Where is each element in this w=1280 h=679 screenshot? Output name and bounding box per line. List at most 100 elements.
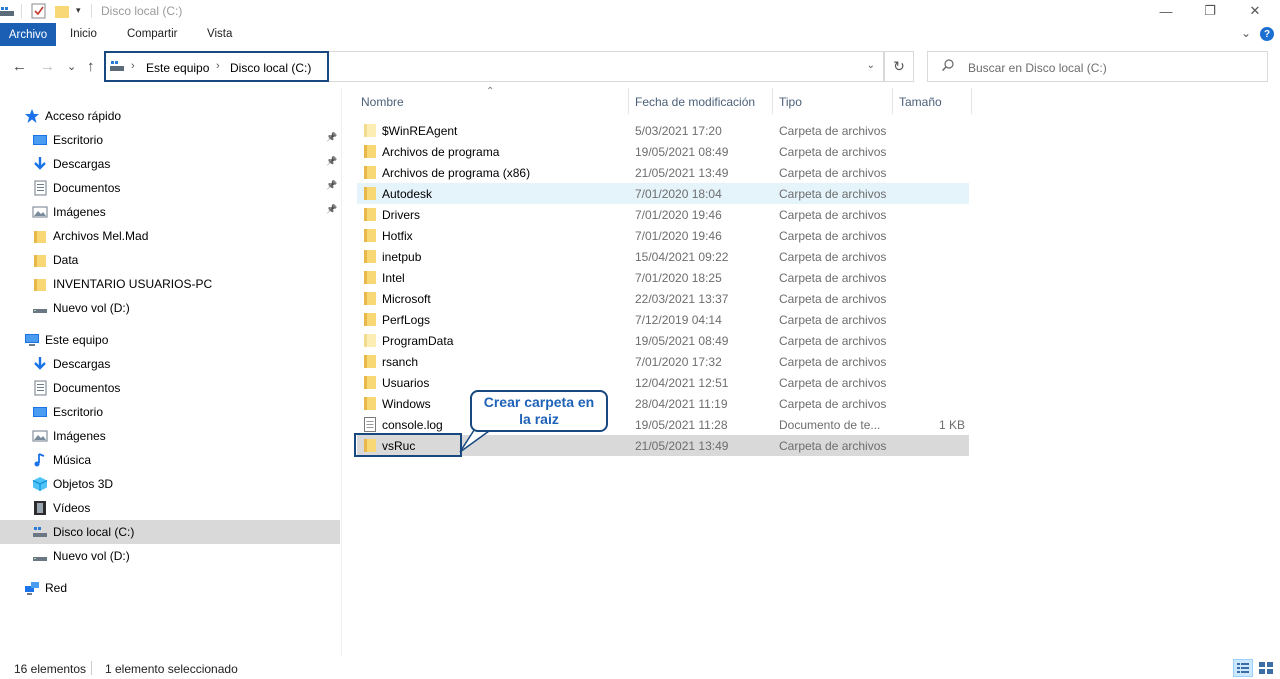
file-row[interactable]: $WinREAgent 5/03/2021 17:20 Carpeta de arc… [357, 120, 969, 141]
sidebar-item-label: Archivos Mel.Mad [53, 229, 149, 243]
folder-icon [364, 355, 376, 368]
file-name: PerfLogs [382, 313, 431, 327]
maximize-button[interactable]: ❐ [1187, 0, 1233, 22]
folder-icon [34, 255, 46, 267]
file-type: Carpeta de archivos [779, 166, 887, 180]
tab-share[interactable]: Compartir [127, 28, 177, 40]
sidebar-quick-access[interactable]: Acceso rápido [0, 104, 340, 128]
star-icon [25, 109, 39, 123]
file-row[interactable]: Intel 7/01/2020 18:25 Carpeta de archivos [357, 267, 969, 288]
file-row[interactable]: Microsoft 22/03/2021 13:37 Carpeta de arch… [357, 288, 969, 309]
file-date: 7/01/2020 18:04 [635, 187, 722, 201]
sort-ascending-icon: ⌃ [486, 86, 495, 97]
sidebar-item-label: Imágenes [53, 429, 106, 443]
file-row[interactable]: Archivos de programa (x86) 21/05/2021 13:… [357, 162, 969, 183]
sidebar-item-pc-5[interactable]: Objetos 3D [0, 472, 340, 496]
close-button[interactable]: ✕ [1232, 0, 1278, 22]
sidebar-item-pc-2[interactable]: Escritorio [0, 400, 340, 424]
sidebar-item-quick-2[interactable]: Documentos 📌 [0, 176, 340, 200]
sidebar-item-pc-4[interactable]: Música [0, 448, 340, 472]
sidebar-item-quick-1[interactable]: Descargas 📌 [0, 152, 340, 176]
file-type: Carpeta de archivos [779, 271, 887, 285]
file-date: 19/05/2021 08:49 [635, 334, 729, 348]
file-row[interactable]: Usuarios 12/04/2021 12:51 Carpeta de archi… [357, 372, 969, 393]
file-date: 15/04/2021 09:22 [635, 250, 729, 264]
file-row[interactable]: Hotfix 7/01/2020 19:46 Carpeta de archivos [357, 225, 969, 246]
sidebar-item-pc-0[interactable]: Descargas [0, 352, 340, 376]
file-row[interactable]: console.log 19/05/2021 11:28 Documento de … [357, 414, 969, 435]
sidebar-item-quick-0[interactable]: Escritorio 📌 [0, 128, 340, 152]
folder-icon [364, 187, 376, 200]
column-header-size[interactable]: Tamaño [899, 95, 942, 119]
sidebar-item-quick-5[interactable]: Data [0, 248, 340, 272]
sidebar-item-pc-8[interactable]: Nuevo vol (D:) [0, 544, 340, 568]
pane-divider[interactable] [341, 88, 342, 656]
file-date: 19/05/2021 08:49 [635, 145, 729, 159]
up-button[interactable]: ↑ [87, 58, 95, 75]
desktop-icon [33, 135, 47, 145]
ribbon-expand-icon[interactable]: ⌄ [1241, 26, 1251, 40]
file-explorer-window: ▾ Disco local (C:) — ❐ ✕ Archivo Inicio … [0, 0, 1280, 679]
column-header-type[interactable]: Tipo [779, 95, 802, 119]
sidebar-item-label: Nuevo vol (D:) [53, 301, 130, 315]
sidebar-network[interactable]: Red [0, 576, 340, 600]
sidebar-item-label: Descargas [53, 357, 111, 371]
folder-icon [364, 376, 376, 389]
network-icon [25, 582, 39, 595]
column-header-name[interactable]: Nombre [361, 95, 404, 119]
quick-access-toolbar-dropdown-icon[interactable]: ▾ [76, 5, 81, 16]
file-date: 21/05/2021 13:49 [635, 166, 729, 180]
sidebar-item-label: Disco local (C:) [53, 525, 135, 539]
recent-locations-button[interactable]: ⌄ [67, 60, 76, 73]
file-row[interactable]: Drivers 7/01/2020 19:46 Carpeta de archivo… [357, 204, 969, 225]
details-view-button[interactable] [1233, 659, 1253, 677]
minimize-button[interactable]: — [1143, 0, 1189, 22]
tab-file[interactable]: Archivo [0, 23, 56, 46]
sidebar-item-label: Imágenes [53, 205, 106, 219]
file-type: Carpeta de archivos [779, 229, 887, 243]
sidebar-item-quick-6[interactable]: INVENTARIO USUARIOS-PC [0, 272, 340, 296]
file-name: Windows [382, 397, 431, 411]
help-icon[interactable]: ? [1260, 27, 1274, 41]
file-row[interactable]: Windows 28/04/2021 11:19 Carpeta de archiv… [357, 393, 969, 414]
sidebar-item-pc-6[interactable]: Vídeos [0, 496, 340, 520]
folder-icon [364, 208, 376, 221]
address-annotation-box [104, 51, 329, 82]
file-row[interactable]: Autodesk 7/01/2020 18:04 Carpeta de archiv… [357, 183, 969, 204]
sidebar-item-label: Nuevo vol (D:) [53, 549, 130, 563]
file-row[interactable]: ProgramData 19/05/2021 08:49 Carpeta de ar… [357, 330, 969, 351]
pictures-icon [32, 206, 48, 218]
sidebar-item-label: Data [53, 253, 79, 267]
back-button[interactable]: ← [12, 58, 27, 75]
refresh-button[interactable]: ↻ [884, 51, 914, 82]
file-type: Carpeta de archivos [779, 355, 887, 369]
tab-home[interactable]: Inicio [70, 28, 97, 40]
column-header-modified[interactable]: Fecha de modificación [635, 95, 755, 119]
new-folder-icon[interactable] [55, 4, 69, 18]
annotation-callout: Crear carpeta en la raiz [470, 390, 608, 432]
sidebar-item-pc-7[interactable]: Disco local (C:) [0, 520, 340, 544]
system-drive-icon [33, 527, 47, 537]
file-date: 22/03/2021 13:37 [635, 292, 729, 306]
sidebar-item-quick-7[interactable]: Nuevo vol (D:) [0, 296, 340, 320]
file-name: $WinREAgent [382, 124, 458, 138]
folder-icon [34, 231, 46, 243]
drive-icon [0, 7, 14, 16]
file-row[interactable]: inetpub 15/04/2021 09:22 Carpeta de archiv… [357, 246, 969, 267]
sidebar-this-pc[interactable]: Este equipo [0, 328, 340, 352]
address-dropdown-icon[interactable]: ⌄ [867, 60, 875, 71]
file-row[interactable]: rsanch 7/01/2020 17:32 Carpeta de archivos [357, 351, 969, 372]
properties-icon[interactable] [31, 3, 47, 19]
file-row[interactable]: PerfLogs 7/12/2019 04:14 Carpeta de archiv… [357, 309, 969, 330]
forward-button[interactable]: → [40, 58, 55, 75]
sidebar-item-quick-4[interactable]: Archivos Mel.Mad [0, 224, 340, 248]
objects-3d-icon [32, 477, 48, 491]
search-input[interactable]: Buscar en Disco local (C:) [927, 51, 1268, 82]
file-row[interactable]: Archivos de programa 19/05/2021 08:49 Carp… [357, 141, 969, 162]
sidebar-item-pc-1[interactable]: Documentos [0, 376, 340, 400]
file-type: Carpeta de archivos [779, 250, 887, 264]
sidebar-item-pc-3[interactable]: Imágenes [0, 424, 340, 448]
large-icons-view-button[interactable] [1256, 659, 1276, 677]
tab-view[interactable]: Vista [207, 28, 232, 40]
sidebar-item-quick-3[interactable]: Imágenes 📌 [0, 200, 340, 224]
